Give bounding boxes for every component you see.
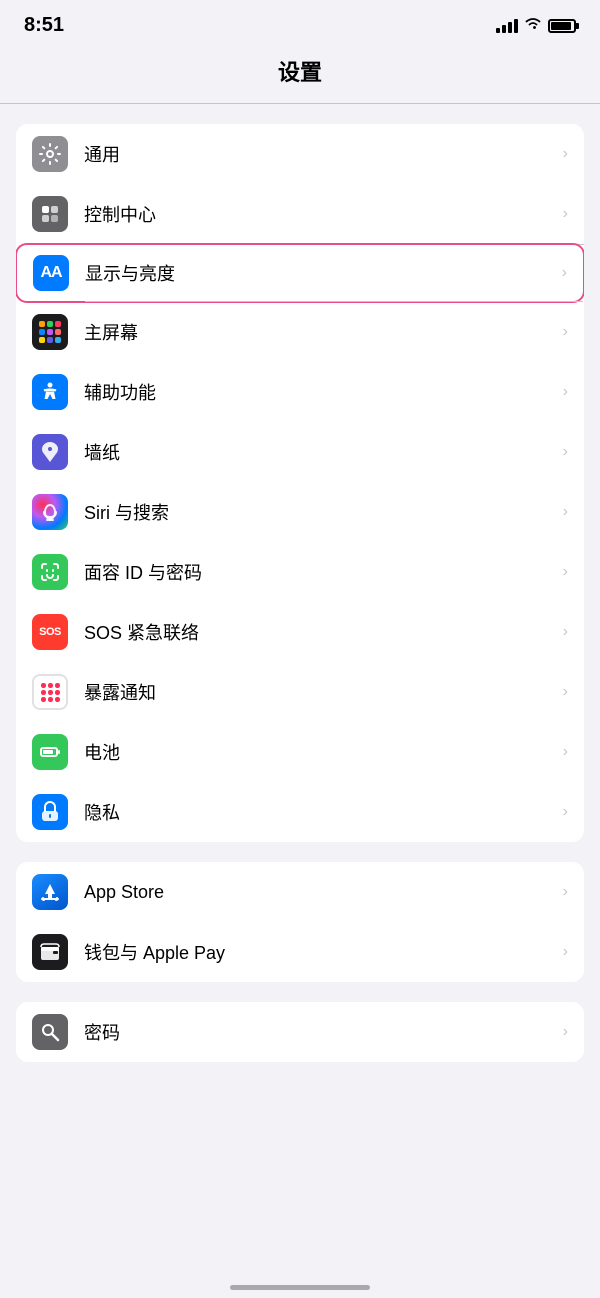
sos-label: SOS 紧急联络 xyxy=(84,619,563,645)
wifi-icon xyxy=(524,16,542,35)
privacy-icon xyxy=(32,794,68,830)
wallpaper-icon xyxy=(32,434,68,470)
settings-item-exposure[interactable]: 暴露通知 › xyxy=(16,662,584,722)
status-time: 8:51 xyxy=(24,14,64,37)
display-label: 显示与亮度 xyxy=(85,260,562,286)
accessibility-icon xyxy=(32,374,68,410)
home-screen-label: 主屏幕 xyxy=(84,319,563,345)
settings-item-home-screen[interactable]: 主屏幕 › xyxy=(16,302,584,362)
control-center-icon xyxy=(32,196,68,232)
faceid-label: 面容 ID 与密码 xyxy=(84,559,563,585)
wallpaper-label: 墙纸 xyxy=(84,439,563,465)
home-indicator xyxy=(230,1285,370,1290)
home-screen-chevron: › xyxy=(563,323,568,341)
general-label: 通用 xyxy=(84,141,563,167)
status-icons xyxy=(496,16,576,35)
page-title-container: 设置 xyxy=(0,45,600,103)
settings-item-sos[interactable]: SOS SOS 紧急联络 › xyxy=(16,602,584,662)
general-chevron: › xyxy=(563,145,568,163)
settings-group-3: 密码 › xyxy=(16,1002,584,1062)
accessibility-label: 辅助功能 xyxy=(84,379,563,405)
siri-label: Siri 与搜索 xyxy=(84,499,563,525)
privacy-label: 隐私 xyxy=(84,799,563,825)
siri-chevron: › xyxy=(563,503,568,521)
wallpaper-chevron: › xyxy=(563,443,568,461)
wallet-chevron: › xyxy=(563,943,568,961)
battery-icon xyxy=(32,734,68,770)
settings-item-faceid[interactable]: 面容 ID 与密码 › xyxy=(16,542,584,602)
appstore-icon xyxy=(32,874,68,910)
signal-icon xyxy=(496,19,518,33)
top-divider xyxy=(0,103,600,104)
exposure-chevron: › xyxy=(563,683,568,701)
settings-item-wallpaper[interactable]: 墙纸 › xyxy=(16,422,584,482)
settings-item-display[interactable]: AA 显示与亮度 › xyxy=(16,243,584,303)
settings-item-control-center[interactable]: 控制中心 › xyxy=(16,184,584,244)
wallet-label: 钱包与 Apple Pay xyxy=(84,939,563,965)
page-title: 设置 xyxy=(278,60,322,85)
settings-item-appstore[interactable]: App Store › xyxy=(16,862,584,922)
settings-item-siri[interactable]: Siri 与搜索 › xyxy=(16,482,584,542)
passwords-icon xyxy=(32,1014,68,1050)
battery-label: 电池 xyxy=(84,739,563,765)
appstore-chevron: › xyxy=(563,883,568,901)
display-chevron: › xyxy=(562,264,567,282)
settings-item-wallet[interactable]: 钱包与 Apple Pay › xyxy=(16,922,584,982)
exposure-icon xyxy=(32,674,68,710)
faceid-chevron: › xyxy=(563,563,568,581)
passwords-chevron: › xyxy=(563,1023,568,1041)
exposure-label: 暴露通知 xyxy=(84,679,563,705)
accessibility-chevron: › xyxy=(563,383,568,401)
settings-group-1: 通用 › 控制中心 › AA 显示与亮度 › xyxy=(16,124,584,842)
appstore-label: App Store xyxy=(84,882,563,903)
sos-chevron: › xyxy=(563,623,568,641)
sos-icon: SOS xyxy=(32,614,68,650)
home-screen-icon xyxy=(32,314,68,350)
settings-item-accessibility[interactable]: 辅助功能 › xyxy=(16,362,584,422)
settings-item-battery[interactable]: 电池 › xyxy=(16,722,584,782)
siri-icon xyxy=(32,494,68,530)
status-bar: 8:51 xyxy=(0,0,600,45)
control-center-label: 控制中心 xyxy=(84,201,563,227)
passwords-label: 密码 xyxy=(84,1019,563,1045)
control-center-chevron: › xyxy=(563,205,568,223)
settings-item-passwords[interactable]: 密码 › xyxy=(16,1002,584,1062)
settings-item-general[interactable]: 通用 › xyxy=(16,124,584,184)
faceid-icon xyxy=(32,554,68,590)
privacy-chevron: › xyxy=(563,803,568,821)
battery-chevron: › xyxy=(563,743,568,761)
display-icon: AA xyxy=(33,255,69,291)
wallet-icon xyxy=(32,934,68,970)
settings-group-2: App Store › 钱包与 Apple Pay › xyxy=(16,862,584,982)
settings-item-privacy[interactable]: 隐私 › xyxy=(16,782,584,842)
battery-icon xyxy=(548,19,576,33)
general-icon xyxy=(32,136,68,172)
